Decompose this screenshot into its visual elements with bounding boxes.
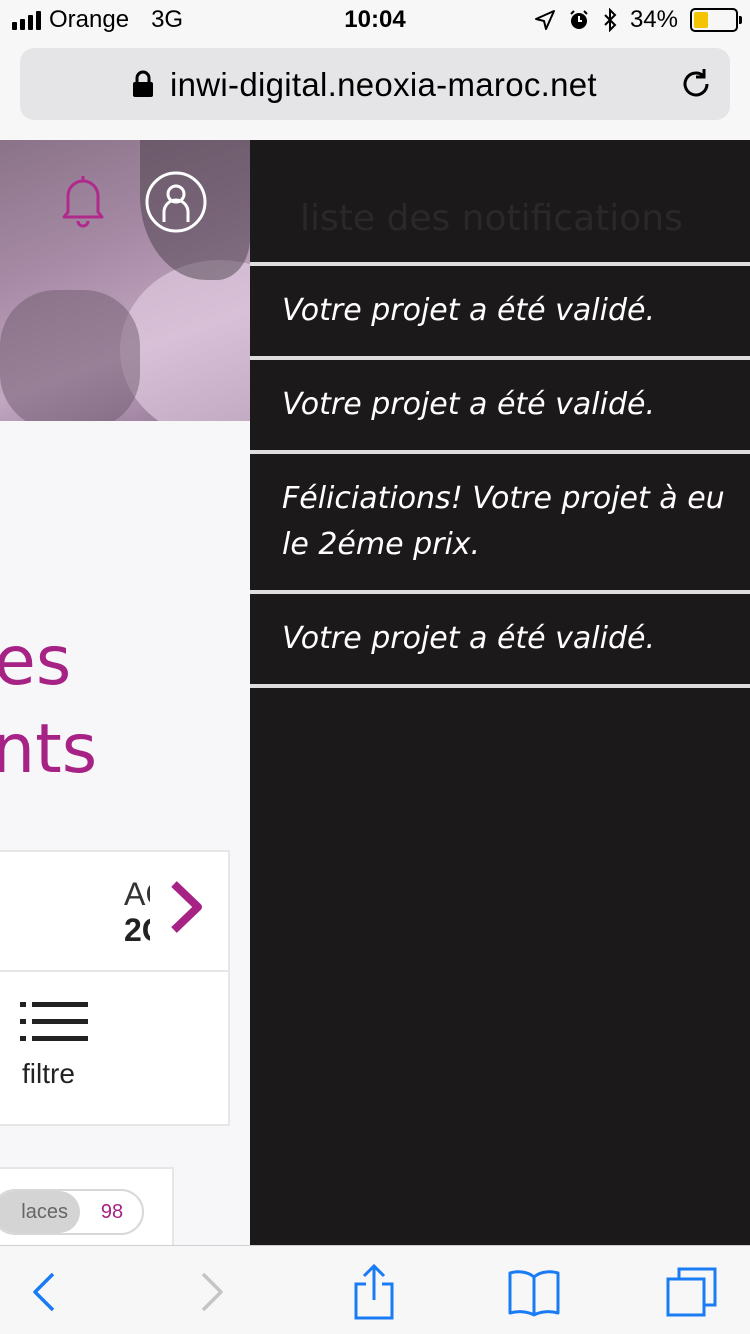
toggle-left-label: laces [0,1191,80,1233]
page-content: es nts AC 2C filtre laces 98 [0,140,250,1245]
notifications-panel: liste des notifications Votre projet a é… [250,140,750,1245]
bell-icon[interactable] [56,170,110,228]
page-title-line1: es [0,622,72,701]
back-button[interactable] [16,1264,72,1320]
filter-label: filtre [22,1058,75,1089]
notifications-title: liste des notifications [300,198,683,239]
bookmarks-button[interactable] [506,1264,562,1320]
status-bar: Orange 3G 10:04 34% [0,0,750,40]
browser-address-area: inwi-digital.neoxia-maroc.net [0,40,750,140]
status-right: 34% [534,6,742,34]
date-selector-card: AC 2C [0,850,230,972]
user-icon[interactable] [144,170,208,234]
page-title-line2: nts [0,710,98,789]
share-button[interactable] [346,1264,402,1320]
share-icon [354,1264,394,1320]
browser-toolbar [0,1245,750,1334]
notification-item[interactable]: Votre projet a été validé. [250,356,750,450]
date-month: AC [124,876,150,912]
notification-item[interactable]: Votre projet a été validé. [250,590,750,688]
forward-button[interactable] [184,1264,240,1320]
back-icon [33,1272,55,1312]
filter-list-icon [20,1002,88,1041]
filter-card[interactable]: filtre [0,972,230,1126]
alarm-icon [570,10,588,29]
notifications-header: liste des notifications [250,140,750,262]
places-card: laces 98 [0,1167,174,1245]
chevron-right-icon[interactable] [168,880,204,934]
notification-item[interactable]: Votre projet a été validé. [250,262,750,356]
forward-icon [201,1272,223,1312]
page-title: es nts [0,618,105,794]
notification-item[interactable]: Féliciations! Votre projet à eu le 2éme … [250,450,750,590]
tabs-button[interactable] [664,1264,720,1320]
url-text: inwi-digital.neoxia-maroc.net [170,66,597,103]
location-icon [534,10,555,30]
date-year: 2C [124,912,150,948]
tabs-icon [666,1267,717,1317]
bookmarks-icon [508,1270,560,1317]
hero-image [0,140,250,421]
bluetooth-icon [604,8,617,32]
url-field[interactable]: inwi-digital.neoxia-maroc.net [20,48,730,120]
battery-icon [690,8,742,32]
lock-icon [133,70,153,97]
notifications-list: Votre projet a été validé. Votre projet … [250,262,750,688]
toggle-count: 98 [100,1201,124,1223]
places-toggle[interactable]: laces 98 [0,1189,144,1235]
reload-icon[interactable] [678,66,714,102]
battery-percent: 34% [629,6,678,33]
